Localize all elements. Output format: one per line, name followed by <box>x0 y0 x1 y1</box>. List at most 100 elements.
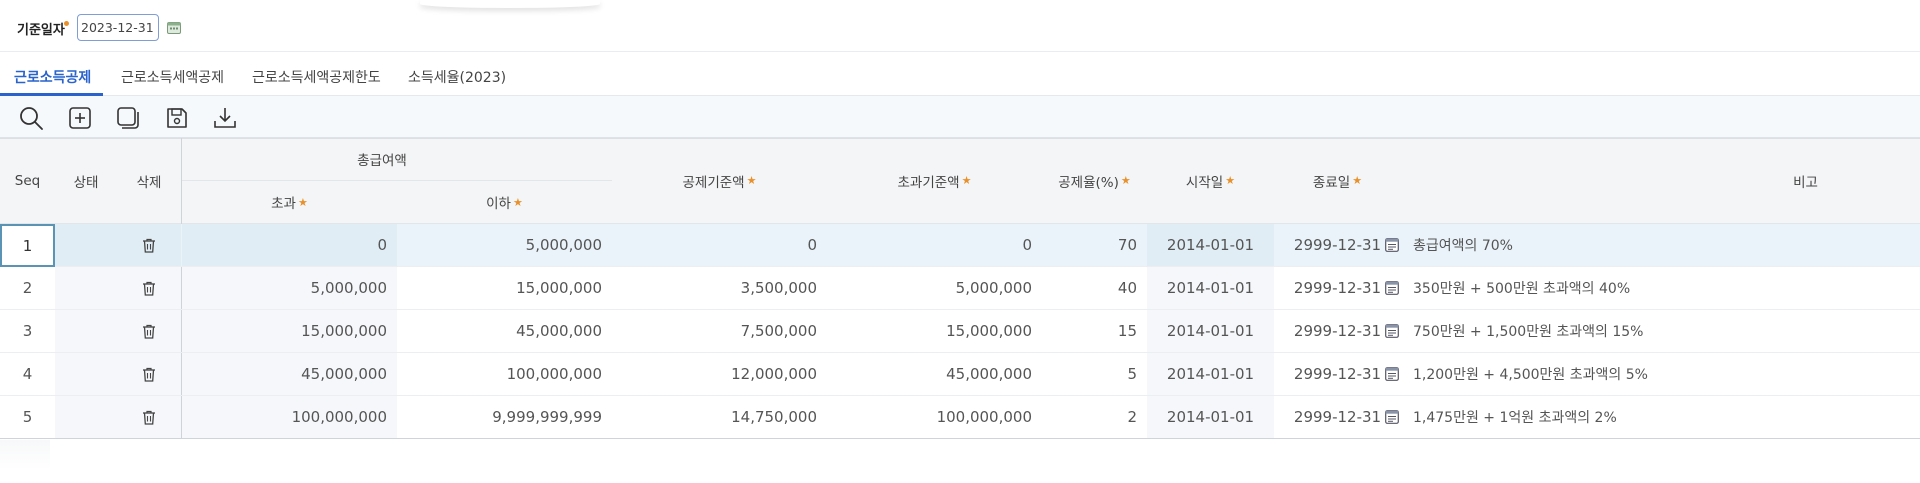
end-date-cell[interactable]: 2999-12-31 <box>1274 310 1401 352</box>
table-row[interactable]: 3 15,000,000 45,000,000 7,500,000 15,000,000… <box>0 310 1920 353</box>
delete-cell[interactable] <box>117 396 181 438</box>
header-over: 초과 ★ <box>182 181 397 224</box>
excess-base-cell[interactable]: 15,000,000 <box>827 310 1042 352</box>
status-cell[interactable] <box>55 353 117 395</box>
grid-bottom-border <box>0 438 1920 439</box>
under-cell[interactable]: 15,000,000 <box>397 267 612 309</box>
excess-base-cell[interactable]: 45,000,000 <box>827 353 1042 395</box>
header-over-label: 초과 <box>271 196 296 212</box>
seq-cell[interactable]: 1 <box>0 224 55 267</box>
deduction-rate-cell[interactable]: 2 <box>1042 396 1147 438</box>
status-cell[interactable] <box>55 224 117 266</box>
remarks-cell[interactable]: 1,200만원 + 4,500만원 초과액의 5% <box>1385 353 1920 395</box>
table-row[interactable]: 4 45,000,000 100,000,000 12,000,000 45,000,0… <box>0 353 1920 396</box>
trash-icon[interactable] <box>142 238 156 253</box>
tab-earned-income-tax-credit-limit[interactable]: 근로소득세액공제한도 <box>252 67 381 87</box>
deduction-base-cell[interactable]: 7,500,000 <box>612 310 827 352</box>
seq-cell[interactable]: 5 <box>0 396 55 438</box>
end-date-cell[interactable]: 2999-12-31 <box>1274 396 1401 438</box>
start-date-cell[interactable]: 2014-01-01 <box>1147 310 1274 352</box>
over-cell[interactable]: 5,000,000 <box>182 267 397 309</box>
end-date-cell[interactable]: 2999-12-31 <box>1274 224 1401 266</box>
memo-icon[interactable] <box>1385 410 1399 424</box>
header-status-label: 상태 <box>73 174 99 191</box>
table-row[interactable]: 1 0 5,000,000 0 0 70 2014-01-01 2999-12-31 총급여액의… <box>0 224 1920 267</box>
search-icon[interactable] <box>18 105 44 131</box>
deduction-rate-cell[interactable]: 5 <box>1042 353 1147 395</box>
header-seq-label: Seq <box>14 172 41 189</box>
download-icon[interactable] <box>212 105 238 131</box>
status-cell[interactable] <box>55 310 117 352</box>
start-date-cell[interactable]: 2014-01-01 <box>1147 353 1274 395</box>
trash-icon[interactable] <box>142 367 156 382</box>
table-row[interactable]: 2 5,000,000 15,000,000 3,500,000 5,000,000 40… <box>0 267 1920 310</box>
deduction-base-cell[interactable]: 14,750,000 <box>612 396 827 438</box>
start-date-cell[interactable]: 2014-01-01 <box>1147 267 1274 309</box>
add-icon[interactable] <box>67 105 93 131</box>
start-date-cell[interactable]: 2014-01-01 <box>1147 224 1274 266</box>
base-date-input[interactable] <box>77 14 159 41</box>
end-date-cell[interactable]: 2999-12-31 <box>1274 353 1401 395</box>
memo-icon[interactable] <box>1385 238 1399 252</box>
status-cell[interactable] <box>55 267 117 309</box>
over-cell[interactable]: 100,000,000 <box>182 396 397 438</box>
remarks-cell[interactable]: 350만원 + 500만원 초과액의 40% <box>1385 267 1920 309</box>
trash-icon[interactable] <box>142 410 156 425</box>
under-cell[interactable]: 45,000,000 <box>397 310 612 352</box>
deduction-rate-cell[interactable]: 40 <box>1042 267 1147 309</box>
trash-icon[interactable] <box>142 324 156 339</box>
memo-icon[interactable] <box>1385 324 1399 338</box>
remarks-text: 1,475만원 + 1억원 초과액의 2% <box>1413 410 1617 426</box>
required-star-icon: ★ <box>1225 174 1236 187</box>
header-deduction-base: 공제기준액 ★ <box>612 138 827 224</box>
calendar-icon[interactable] <box>167 21 181 34</box>
seq-cell[interactable]: 2 <box>0 267 55 309</box>
remarks-cell[interactable]: 총급여액의 70% <box>1385 224 1920 266</box>
tab-earned-income-deduction[interactable]: 근로소득공제 <box>14 67 91 87</box>
header-remarks-label: 비고 <box>1793 174 1818 191</box>
table-row[interactable]: 5 100,000,000 9,999,999,999 14,750,000 100,0… <box>0 396 1920 439</box>
save-icon[interactable] <box>164 105 190 131</box>
remarks-cell[interactable]: 1,475만원 + 1억원 초과액의 2% <box>1385 396 1920 438</box>
excess-base-cell[interactable]: 5,000,000 <box>827 267 1042 309</box>
remarks-cell[interactable]: 750만원 + 1,500만원 초과액의 15% <box>1385 310 1920 352</box>
delete-cell[interactable] <box>117 310 181 352</box>
under-cell[interactable]: 9,999,999,999 <box>397 396 612 438</box>
copy-icon[interactable] <box>115 105 141 131</box>
seq-cell[interactable]: 3 <box>0 310 55 352</box>
deduction-rate-cell[interactable]: 70 <box>1042 224 1147 266</box>
deduction-rate-cell[interactable]: 15 <box>1042 310 1147 352</box>
trash-icon[interactable] <box>142 281 156 296</box>
delete-cell[interactable] <box>117 267 181 309</box>
header-start-date: 시작일 ★ <box>1147 138 1274 224</box>
under-cell[interactable]: 5,000,000 <box>397 224 612 266</box>
deduction-base-cell[interactable]: 0 <box>612 224 827 266</box>
over-cell[interactable]: 15,000,000 <box>182 310 397 352</box>
seq-cell[interactable]: 4 <box>0 353 55 395</box>
deduction-base-cell[interactable]: 3,500,000 <box>612 267 827 309</box>
start-date-cell[interactable]: 2014-01-01 <box>1147 396 1274 438</box>
excess-base-cell[interactable]: 100,000,000 <box>827 396 1042 438</box>
end-date-cell[interactable]: 2999-12-31 <box>1274 267 1401 309</box>
header-delete-label: 삭제 <box>136 174 162 191</box>
status-cell[interactable] <box>55 396 117 438</box>
header-under: 이하 ★ <box>397 181 612 224</box>
header-under-label: 이하 <box>486 196 511 212</box>
delete-cell[interactable] <box>117 353 181 395</box>
tab-earned-income-tax-credit[interactable]: 근로소득세액공제 <box>121 67 224 87</box>
deduction-base-cell[interactable]: 12,000,000 <box>612 353 827 395</box>
delete-cell[interactable] <box>117 224 181 266</box>
over-cell[interactable]: 45,000,000 <box>182 353 397 395</box>
tab-bar: 근로소득공제 근로소득세액공제 근로소득세액공제한도 소득세율(2023) <box>0 52 1920 96</box>
excess-base-cell[interactable]: 0 <box>827 224 1042 266</box>
header-total-pay-label: 총급여액 <box>357 153 407 169</box>
memo-icon[interactable] <box>1385 367 1399 381</box>
under-cell[interactable]: 100,000,000 <box>397 353 612 395</box>
tab-income-tax-rate[interactable]: 소득세율(2023) <box>408 67 506 87</box>
memo-icon[interactable] <box>1385 281 1399 295</box>
required-star-icon: ★ <box>746 174 757 187</box>
over-cell[interactable]: 0 <box>182 224 397 266</box>
required-star-icon: ★ <box>297 195 308 209</box>
base-date-label: 기준일자 <box>17 23 65 38</box>
header-total-pay: 총급여액 <box>182 138 612 181</box>
